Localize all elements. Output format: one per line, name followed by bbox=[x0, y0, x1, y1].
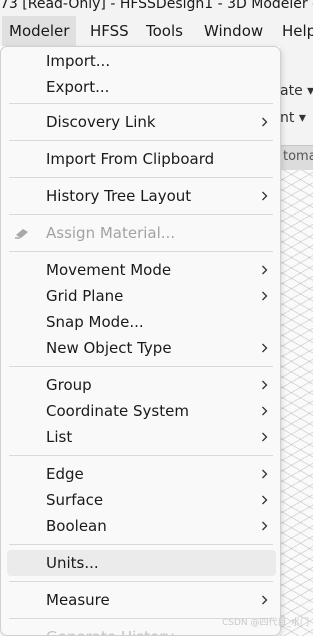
menu-item-label: Export... bbox=[46, 78, 110, 96]
chevron-right-icon bbox=[262, 469, 268, 479]
menu-item-label: Units... bbox=[46, 554, 99, 572]
menu-help[interactable]: Help bbox=[275, 16, 313, 46]
menu-item-units[interactable]: Units... bbox=[7, 550, 276, 576]
menu-separator bbox=[9, 581, 273, 582]
menu-bar: Modeler HFSS Tools Window Help bbox=[0, 16, 313, 46]
menu-item-label: Movement Mode bbox=[46, 261, 172, 279]
chevron-right-icon bbox=[262, 343, 268, 353]
menu-separator bbox=[9, 455, 273, 456]
chevron-right-icon bbox=[262, 265, 268, 275]
menu-modeler[interactable]: Modeler bbox=[2, 16, 77, 46]
menu-separator bbox=[9, 177, 273, 178]
ribbon-label-fragment-1: ate ▾ bbox=[280, 83, 313, 99]
modeler-grid-canvas[interactable] bbox=[280, 170, 313, 636]
window-title-bar: 73 [Read-Only] - HFSSDesign1 - 3D Modele… bbox=[0, 0, 313, 16]
menu-item-label: Import... bbox=[46, 52, 111, 70]
menu-item-label: List bbox=[46, 428, 73, 446]
ribbon-text-1: ate bbox=[280, 83, 303, 99]
menu-item-label: New Object Type bbox=[46, 339, 172, 357]
menu-item-history-tree-layout[interactable]: History Tree Layout bbox=[7, 183, 276, 209]
menu-separator bbox=[9, 544, 273, 545]
menu-window[interactable]: Window bbox=[197, 16, 270, 46]
menu-item-label: Surface bbox=[46, 491, 104, 509]
paintbrush-icon bbox=[15, 229, 28, 239]
watermark: CSDN @四代目_水门 bbox=[221, 618, 309, 628]
menu-item-label: Group bbox=[46, 376, 92, 394]
chevron-right-icon bbox=[262, 406, 268, 416]
menu-item-label: Coordinate System bbox=[46, 402, 189, 420]
menu-item-label: Boolean bbox=[46, 517, 107, 535]
chevron-right-icon bbox=[262, 432, 268, 442]
chevron-right-icon bbox=[262, 291, 268, 301]
chevron-right-icon bbox=[262, 380, 268, 390]
menu-item-movement-mode[interactable]: Movement Mode bbox=[7, 257, 276, 283]
modeler-dropdown-menu: Import... Export... Discovery Link Impor… bbox=[0, 46, 281, 636]
menu-item-label: Grid Plane bbox=[46, 287, 124, 305]
menu-item-edge[interactable]: Edge bbox=[7, 461, 276, 487]
menu-item-label: History Tree Layout bbox=[46, 187, 192, 205]
window-title: 73 [Read-Only] - HFSSDesign1 - 3D Modele… bbox=[0, 0, 313, 12]
ribbon-text-2: nt bbox=[280, 110, 295, 126]
document-tab-label[interactable]: toma bbox=[283, 149, 313, 164]
menu-item-snap-mode[interactable]: Snap Mode... bbox=[7, 309, 276, 335]
menu-item-surface[interactable]: Surface bbox=[7, 487, 276, 513]
chevron-right-icon bbox=[262, 495, 268, 505]
menu-item-import[interactable]: Import... bbox=[7, 48, 276, 74]
menu-item-assign-material: Assign Material... bbox=[7, 220, 276, 246]
chevron-right-icon bbox=[262, 595, 268, 605]
menu-item-label: Edge bbox=[46, 465, 84, 483]
menu-item-export[interactable]: Export... bbox=[7, 74, 276, 100]
menu-item-new-object-type[interactable]: New Object Type bbox=[7, 335, 276, 361]
chevron-right-icon bbox=[262, 521, 268, 531]
menu-separator bbox=[9, 103, 273, 104]
menu-item-label: Generate History bbox=[46, 624, 174, 635]
menu-separator bbox=[9, 251, 273, 252]
menu-item-measure[interactable]: Measure bbox=[7, 587, 276, 613]
menu-separator bbox=[9, 366, 273, 367]
chevron-right-icon bbox=[262, 117, 268, 127]
document-tab-strip: toma bbox=[280, 145, 313, 171]
menu-tools[interactable]: Tools bbox=[139, 16, 190, 46]
modeler-background: ate ▾ nt ▾ toma bbox=[280, 46, 313, 636]
menu-item-list[interactable]: List bbox=[7, 424, 276, 450]
menu-item-label: Import From Clipboard bbox=[46, 150, 215, 168]
menu-item-label: Snap Mode... bbox=[46, 313, 144, 331]
menu-item-label: Discovery Link bbox=[46, 113, 156, 131]
menu-item-import-from-clipboard[interactable]: Import From Clipboard bbox=[7, 146, 276, 172]
menu-item-coordinate-system[interactable]: Coordinate System bbox=[7, 398, 276, 424]
chevron-right-icon bbox=[262, 191, 268, 201]
menu-item-group[interactable]: Group bbox=[7, 372, 276, 398]
menu-item-label: Assign Material... bbox=[46, 224, 176, 242]
menu-item-boolean[interactable]: Boolean bbox=[7, 513, 276, 539]
menu-hfss[interactable]: HFSS bbox=[83, 16, 136, 46]
menu-item-discovery-link[interactable]: Discovery Link bbox=[7, 109, 276, 135]
menu-item-label: Measure bbox=[46, 591, 110, 609]
menu-item-grid-plane[interactable]: Grid Plane bbox=[7, 283, 276, 309]
menu-separator bbox=[9, 140, 273, 141]
menu-separator bbox=[9, 214, 273, 215]
ribbon-label-fragment-2: nt ▾ bbox=[280, 110, 306, 126]
